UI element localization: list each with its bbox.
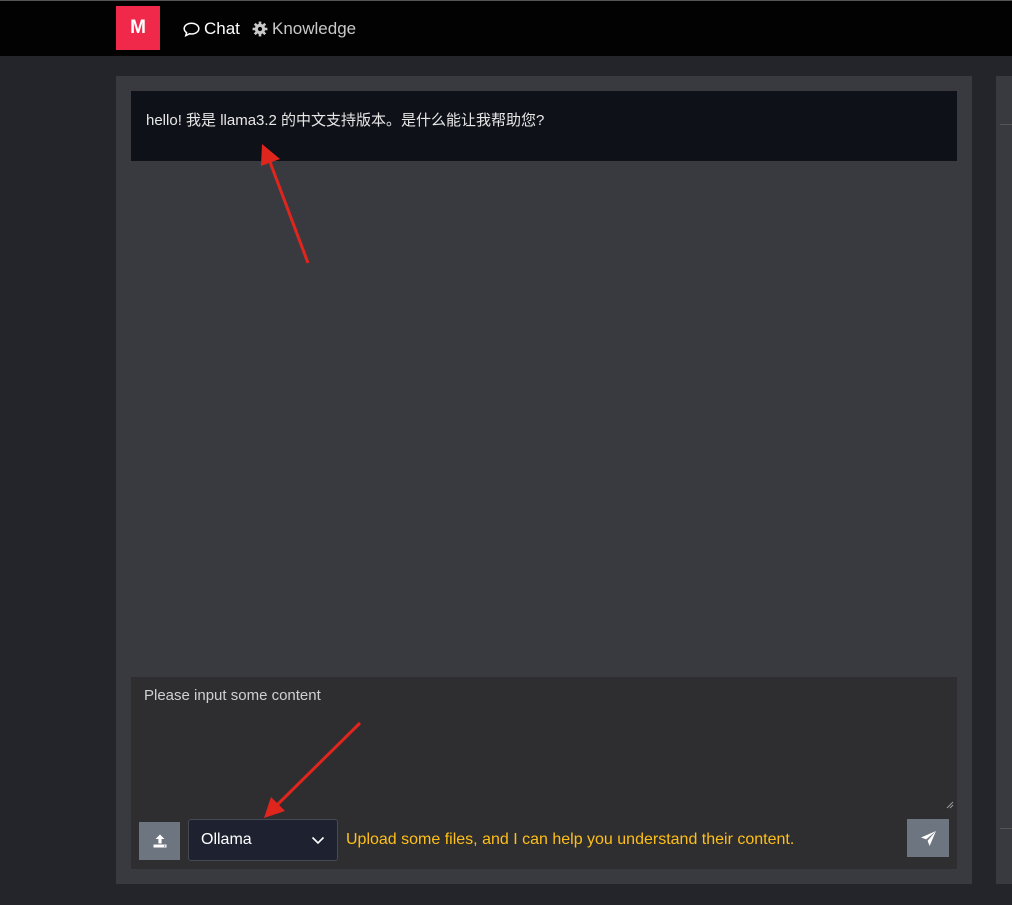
- prompt-input[interactable]: [131, 677, 957, 812]
- chevron-down-icon: [311, 836, 325, 845]
- divider: [1000, 828, 1012, 829]
- speech-bubble-icon: [183, 21, 200, 37]
- nav-knowledge-label: Knowledge: [272, 19, 357, 38]
- model-select[interactable]: Ollama: [188, 819, 338, 861]
- model-select-value: Ollama: [201, 831, 252, 848]
- app-logo[interactable]: M: [116, 6, 160, 50]
- divider: [1000, 124, 1012, 125]
- paper-plane-icon: [920, 830, 936, 846]
- message-text: hello! 我是 llama3.2 的中文支持版本。是什么能让我帮助您?: [146, 112, 545, 129]
- send-button[interactable]: [907, 819, 949, 857]
- nav-chat[interactable]: Chat: [183, 19, 240, 39]
- upload-hint: Upload some files, and I can help you un…: [346, 831, 795, 848]
- top-nav-bar: M Chat Knowledge: [0, 0, 1012, 56]
- upload-button[interactable]: [139, 822, 180, 860]
- upload-icon: [153, 834, 166, 848]
- assistant-message: hello! 我是 llama3.2 的中文支持版本。是什么能让我帮助您?: [131, 91, 957, 161]
- resize-handle-icon[interactable]: [946, 801, 954, 809]
- gear-icon: [252, 21, 268, 37]
- nav-knowledge[interactable]: Knowledge: [252, 19, 356, 39]
- right-side-panel: [996, 76, 1012, 884]
- nav-chat-label: Chat: [204, 19, 240, 38]
